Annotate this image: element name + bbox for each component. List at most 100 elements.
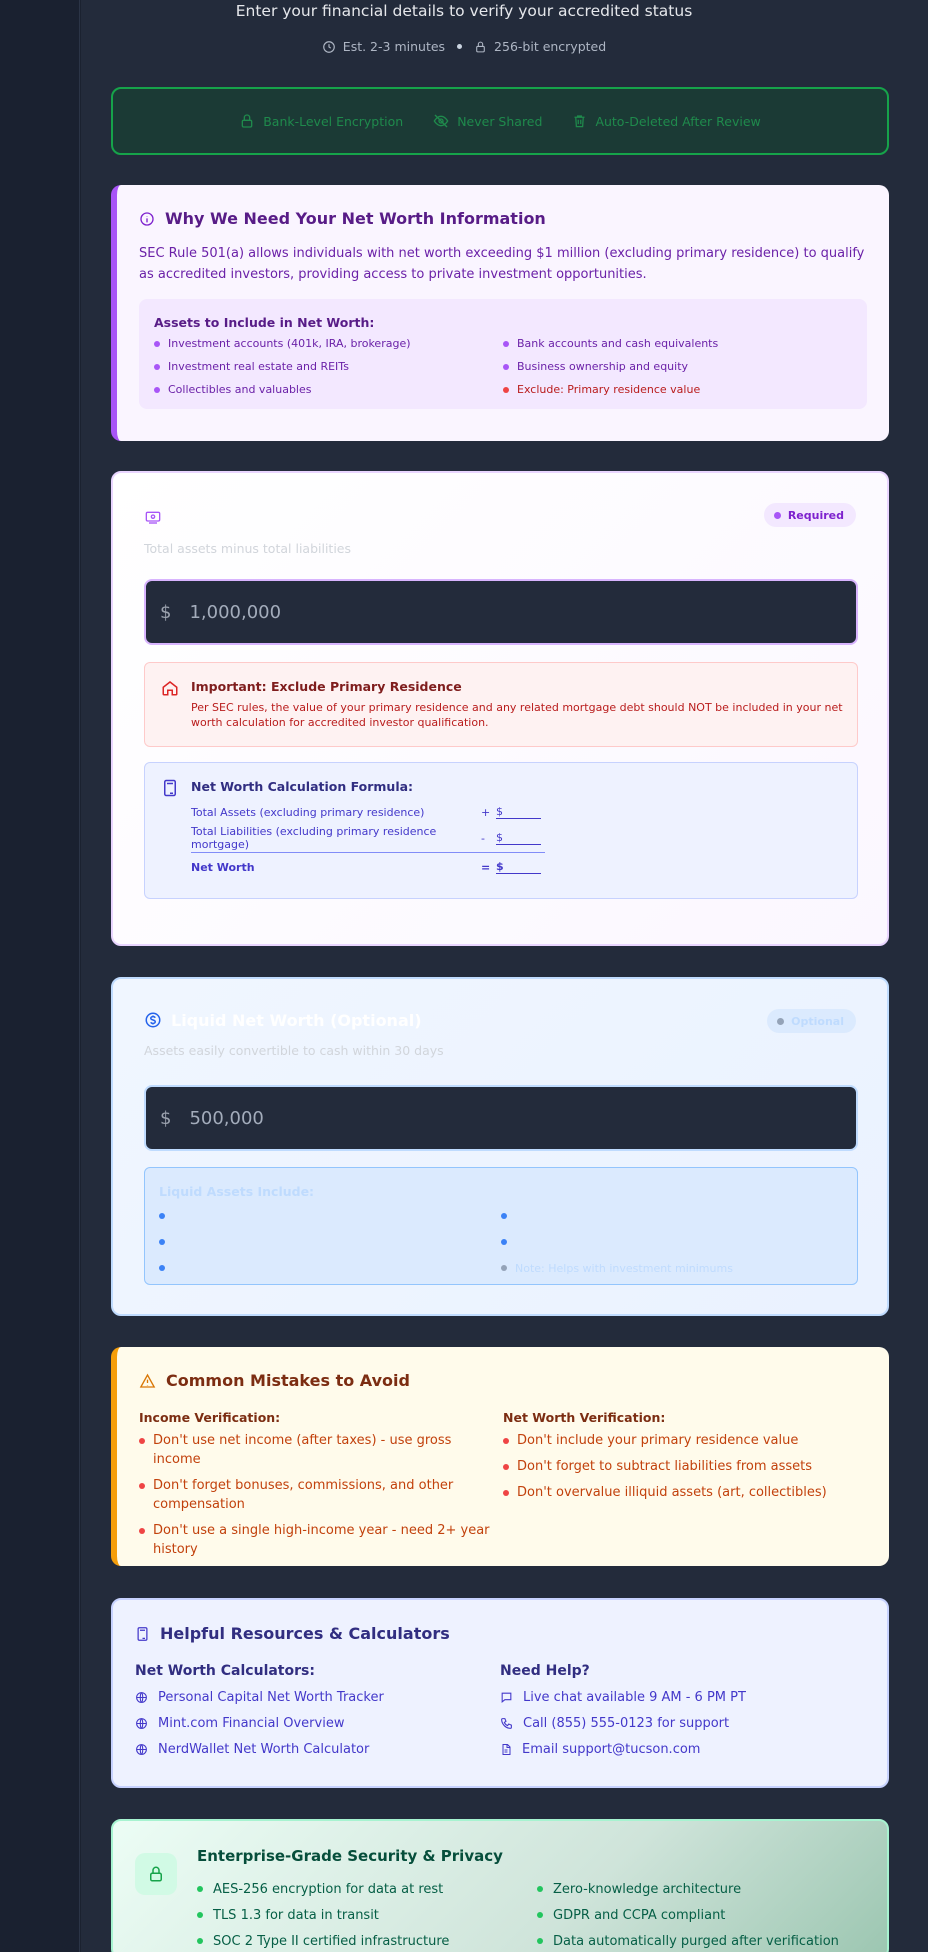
list-item: Don't forget to subtract liabilities fro… (503, 1457, 867, 1476)
income-title: Income Verification: (139, 1410, 281, 1425)
networth-title: Net Worth Verification: (503, 1410, 666, 1425)
home-icon (162, 681, 178, 696)
warning-body: Per SEC rules, the value of your primary… (191, 701, 843, 729)
residence-warning: Important: Exclude Primary Residence Per… (144, 662, 858, 747)
chat-icon (501, 1692, 512, 1703)
trash-icon (574, 115, 585, 128)
phone-icon (501, 1717, 512, 1729)
time-estimate: Est. 2-3 minutes (322, 39, 445, 54)
trust-item-never-shared: Never Shared (433, 113, 542, 129)
list-item: Investment accounts (401k, IRA, brokerag… (154, 334, 503, 353)
formula-divider (191, 852, 545, 853)
income-mistakes: Income Verification: Don't use net incom… (139, 1410, 503, 1566)
list-item: Don't forget bonuses, commissions, and o… (139, 1476, 503, 1514)
list-item: SOC 2 Type II certified infrastructure (197, 1928, 537, 1952)
trust-item-encryption: Bank-Level Encryption (239, 113, 403, 129)
list-item: Collectibles and valuables (154, 380, 503, 399)
lock-icon (150, 1866, 162, 1882)
dollar-circle-icon (145, 1012, 161, 1028)
calculator-icon (137, 1626, 148, 1641)
info-icon (140, 211, 154, 226)
list-item: Investment real estate and REITs (154, 357, 503, 376)
formula-box: Net Worth Calculation Formula: Total Ass… (144, 762, 858, 899)
page-subtitle: Enter your financial details to verify y… (235, 2, 693, 20)
list-item: Don't include your primary residence val… (503, 1431, 867, 1450)
trust-banner: Bank-Level Encryption Never Shared Auto-… (111, 87, 889, 155)
globe-icon (136, 1743, 147, 1755)
resources-header: Helpful Resources & Calculators (135, 1624, 865, 1643)
calculator-link[interactable]: Personal Capital Net Worth Tracker (135, 1689, 500, 1705)
list-item: Don't use a single high-income year - ne… (139, 1521, 503, 1559)
net-worth-input[interactable]: $ 1,000,000 (144, 579, 858, 645)
live-chat-link[interactable]: Live chat available 9 AM - 6 PM PT (500, 1689, 865, 1705)
document-icon (502, 1743, 511, 1755)
liquid-title: Liquid Net Worth (Optional) (171, 1011, 422, 1030)
liquid-placeholder: 500,000 (189, 1107, 264, 1129)
calculator-icon (164, 779, 176, 797)
formula-row-assets: Total Assets (excluding primary residenc… (191, 804, 545, 820)
assets-title: Assets to Include in Net Worth: (154, 315, 375, 330)
mistakes-header: Common Mistakes to Avoid (139, 1371, 867, 1390)
security-card: Enterprise-Grade Security & Privacy AES-… (111, 1819, 889, 1952)
liquid-description: Assets easily convertible to cash within… (144, 1043, 444, 1058)
list-item (159, 1231, 501, 1253)
currency-symbol: $ (160, 601, 172, 623)
list-item: Business ownership and equity (503, 357, 852, 376)
networth-mistakes: Net Worth Verification: Don't include yo… (503, 1410, 867, 1566)
liquid-box-title: Liquid Assets Include: (159, 1184, 315, 1199)
why-header: Why We Need Your Net Worth Information (139, 209, 867, 228)
assets-box: Assets to Include in Net Worth: Investme… (139, 299, 867, 409)
list-item (501, 1205, 843, 1227)
liquid-net-worth-card: Liquid Net Worth (Optional) Optional Ass… (111, 977, 889, 1316)
help-column: Need Help? Live chat available 9 AM - 6 … (500, 1663, 865, 1767)
warning-triangle-icon (139, 1373, 156, 1388)
list-item (159, 1205, 501, 1227)
list-item-exclude: Exclude: Primary residence value (503, 380, 852, 399)
why-title: Why We Need Your Net Worth Information (165, 209, 546, 228)
optional-badge: Optional (767, 1009, 856, 1033)
calculators-column: Net Worth Calculators: Personal Capital … (135, 1663, 500, 1767)
list-item: GDPR and CCPA compliant (537, 1902, 877, 1928)
resources-title: Helpful Resources & Calculators (160, 1624, 450, 1643)
mistakes-title: Common Mistakes to Avoid (166, 1371, 410, 1390)
lock-badge (135, 1853, 177, 1895)
email-link[interactable]: Email support@tucson.com (500, 1741, 865, 1757)
why-body: SEC Rule 501(a) allows individuals with … (139, 246, 865, 282)
lock-icon (241, 114, 253, 128)
eye-off-icon (433, 114, 449, 128)
help-title: Need Help? (500, 1663, 590, 1679)
net-worth-card: Required Total assets minus total liabil… (111, 471, 889, 946)
list-item: AES-256 encryption for data at rest (197, 1876, 537, 1902)
formula-title: Net Worth Calculation Formula: (191, 779, 414, 794)
calculator-link[interactable]: Mint.com Financial Overview (135, 1715, 500, 1731)
currency-symbol: $ (160, 1107, 172, 1129)
formula-row-liabilities: Total Liabilities (excluding primary res… (191, 825, 545, 851)
liquid-net-worth-input[interactable]: $ 500,000 (144, 1085, 858, 1151)
list-item: Data automatically purged after verifica… (537, 1928, 877, 1952)
list-item (501, 1231, 843, 1253)
globe-icon (136, 1691, 147, 1703)
liquid-note: Note: Helps with investment minimums (501, 1257, 843, 1279)
encryption-note: 256-bit encrypted (474, 39, 606, 54)
common-mistakes-card: Common Mistakes to Avoid Income Verifica… (111, 1347, 889, 1566)
banknote-icon (145, 511, 161, 524)
list-item: Zero-knowledge architecture (537, 1876, 877, 1902)
trust-item-auto-deleted: Auto-Deleted After Review (572, 113, 761, 129)
why-info-card: Why We Need Your Net Worth Information S… (111, 185, 889, 441)
net-worth-placeholder: 1,000,000 (189, 601, 282, 623)
list-item (159, 1257, 501, 1279)
net-worth-description: Total assets minus total liabilities (144, 541, 352, 556)
separator-dot (457, 44, 463, 49)
formula-row-total: Net Worth = $ (191, 859, 545, 875)
lock-icon (476, 41, 485, 52)
sidebar-rail (0, 0, 80, 1952)
meta-row: Est. 2-3 minutes 256-bit encrypted (0, 39, 928, 54)
clock-icon (322, 40, 335, 53)
phone-link[interactable]: Call (855) 555-0123 for support (500, 1715, 865, 1731)
calculator-link[interactable]: NerdWallet Net Worth Calculator (135, 1741, 500, 1757)
warning-title: Important: Exclude Primary Residence (191, 679, 462, 694)
list-item: Don't use net income (after taxes) - use… (139, 1431, 503, 1469)
list-item: Don't overvalue illiquid assets (art, co… (503, 1483, 867, 1502)
liquid-assets-box: Liquid Assets Include: Note: Helps with … (144, 1167, 858, 1285)
resources-card: Helpful Resources & Calculators Net Wort… (111, 1598, 889, 1788)
